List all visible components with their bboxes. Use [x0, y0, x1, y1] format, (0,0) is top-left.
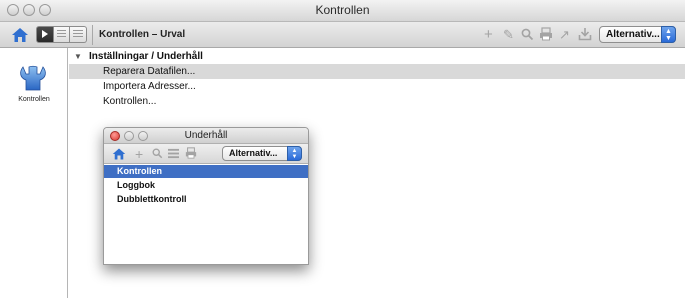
dialog-list-item-loggbok[interactable]: Loggbok [104, 179, 308, 192]
list-icon[interactable] [168, 148, 179, 159]
alternatives-popup-value: Alternativ... [606, 29, 660, 40]
home-icon[interactable] [11, 26, 29, 44]
sidebar-item-label: Kontrollen [18, 96, 50, 103]
dialog-alternatives-popup[interactable]: Alternativ... ▲ ▼ [222, 146, 302, 161]
tree-item-reparera-datafilen[interactable]: Reparera Datafilen... [69, 64, 685, 79]
window-title-bar: Kontrollen [0, 0, 685, 22]
tree-group-header[interactable]: ▼ Inställningar / Underhåll [69, 49, 685, 64]
dialog-toolbar: + Alternativ... ▲ ▼ [104, 144, 308, 164]
add-icon[interactable]: + [135, 147, 143, 161]
search-icon[interactable] [152, 148, 163, 159]
sidebar: Kontrollen [0, 48, 68, 298]
tree-item-kontrollen[interactable]: Kontrollen... [69, 94, 685, 109]
tree-item-label: Reparera Datafilen... [103, 66, 196, 77]
tree-item-importera-adresser[interactable]: Importera Adresser... [69, 79, 685, 94]
search-icon[interactable] [521, 28, 534, 41]
edit-icon[interactable]: ✎ [503, 27, 514, 43]
tree-item-label: Kontrollen... [103, 96, 157, 107]
print-icon[interactable] [185, 147, 197, 159]
home-icon[interactable] [112, 147, 126, 161]
dialog-list-item-dubblettkontroll[interactable]: Dubblettkontroll [104, 193, 308, 206]
main-toolbar: Kontrollen – Urval + ✎ ↗ Alternativ... ▲… [0, 22, 685, 48]
window-title: Kontrollen [315, 3, 370, 17]
export-icon[interactable]: ↗ [559, 27, 570, 43]
disclosure-triangle-icon[interactable]: ▼ [74, 49, 82, 64]
dialog-list-item-label: Dubblettkontroll [117, 194, 187, 204]
sidebar-item-kontrollen[interactable]: Kontrollen [0, 48, 67, 110]
view-mode-table-button[interactable] [70, 26, 87, 43]
import-icon[interactable] [578, 27, 592, 41]
toolbar-divider [92, 25, 93, 45]
breadcrumb: Kontrollen – Urval [99, 29, 186, 40]
dialog-list-item-kontrollen[interactable]: Kontrollen [104, 165, 308, 178]
alternatives-popup[interactable]: Alternativ... ▲ ▼ [599, 26, 676, 43]
dialog-alternatives-popup-value: Alternativ... [229, 148, 278, 158]
maintenance-dialog: Underhåll + Alternativ... ▲ ▼ Kontrollen … [103, 127, 309, 265]
view-mode-list-button[interactable] [54, 26, 70, 43]
tree-item-label: Importera Adresser... [103, 81, 196, 92]
view-mode-form-button[interactable] [36, 26, 54, 43]
dialog-title: Underhåll [184, 130, 228, 141]
dialog-title-bar: Underhåll [104, 128, 308, 144]
dialog-list-item-label: Kontrollen [117, 166, 162, 176]
tree-group-label: Inställningar / Underhåll [89, 51, 203, 62]
chevron-up-down-icon: ▲ ▼ [287, 146, 302, 161]
add-icon[interactable]: + [484, 27, 493, 43]
print-icon[interactable] [539, 27, 553, 41]
dialog-list-item-label: Loggbok [117, 180, 155, 190]
wrench-icon [20, 65, 46, 91]
chevron-up-down-icon: ▲ ▼ [661, 26, 676, 43]
